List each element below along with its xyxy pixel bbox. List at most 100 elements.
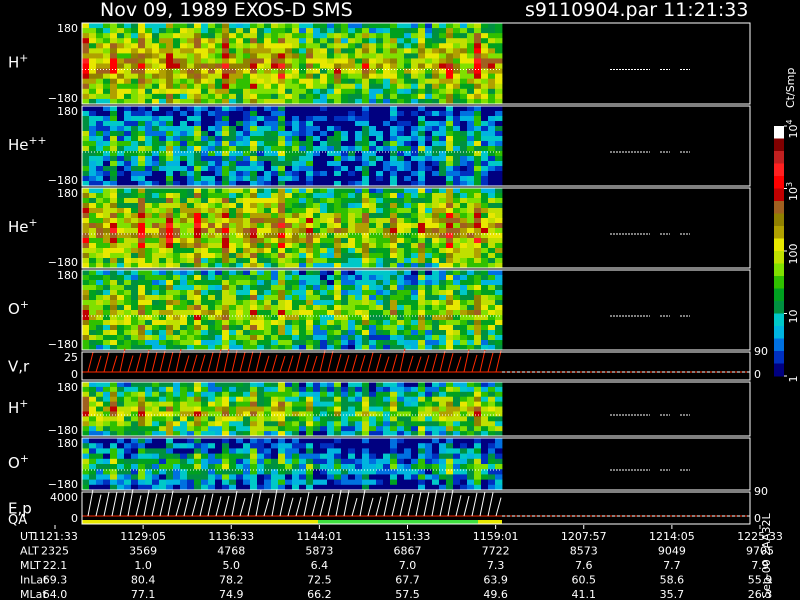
heatmap-cell [348, 411, 356, 417]
heatmap-cell [313, 198, 321, 204]
heatmap-cell [488, 416, 496, 422]
heatmap-cell [348, 382, 356, 388]
heatmap-cell [131, 458, 139, 465]
heatmap-cell [334, 156, 342, 162]
heatmap-cell [124, 285, 132, 291]
heatmap-cell [180, 396, 188, 403]
heatmap-cell [264, 448, 272, 454]
heatmap-cell [432, 43, 440, 49]
heatmap-cell [124, 280, 132, 286]
heatmap-cell [131, 253, 139, 259]
heatmap-cell [446, 141, 454, 147]
heatmap-cell [110, 151, 118, 157]
heatmap-cell [341, 161, 349, 167]
heatmap-cell [299, 88, 307, 95]
heatmap-cell [208, 386, 216, 393]
heatmap-cell [124, 386, 132, 393]
heatmap-cell [495, 88, 503, 95]
heatmap-cell [236, 208, 244, 214]
heatmap-cell [439, 270, 447, 276]
heatmap-cell [194, 315, 202, 321]
heatmap-cell [306, 248, 314, 254]
heatmap-cell [124, 141, 132, 147]
heatmap-cell [320, 218, 328, 224]
heatmap-cell [327, 340, 335, 346]
heatmap-cell [173, 58, 181, 64]
heatmap-cell [348, 426, 356, 432]
heatmap-cell [222, 386, 230, 393]
heatmap-cell [474, 83, 482, 90]
heatmap-cell [348, 386, 356, 393]
heatmap-cell [264, 111, 272, 117]
heatmap-cell [355, 290, 363, 296]
heatmap-cell [145, 305, 153, 311]
heatmap-cell [376, 58, 384, 64]
heatmap-cell [285, 253, 293, 259]
heatmap-cell [250, 335, 258, 341]
heatmap-cell [446, 330, 454, 336]
heatmap-cell [145, 218, 153, 224]
heatmap-cell [425, 126, 433, 132]
heatmap-cell [334, 426, 342, 432]
heatmap-cell [467, 208, 475, 214]
heatmap-cell [369, 285, 377, 291]
heatmap-cell [306, 391, 314, 398]
heatmap-cell [495, 141, 503, 147]
heatmap-cell [313, 416, 321, 422]
heatmap-cell [299, 479, 307, 486]
heatmap-cell [236, 448, 244, 454]
heatmap-cell [159, 116, 167, 122]
heatmap-cell [453, 93, 461, 100]
heatmap-cell [278, 38, 286, 44]
heatmap-cell [257, 116, 265, 122]
heatmap-cell [495, 146, 503, 152]
heatmap-cell [460, 396, 468, 403]
heatmap-cell [285, 448, 293, 454]
heatmap-cell [110, 305, 118, 311]
heatmap-cell [439, 253, 447, 259]
heatmap-cell [369, 121, 377, 127]
heatmap-cell [89, 33, 97, 39]
heatmap-cell [306, 193, 314, 199]
heatmap-cell [215, 88, 223, 95]
heatmap-cell [376, 33, 384, 39]
heatmap-cell [320, 203, 328, 209]
heatmap-cell [432, 258, 440, 264]
heatmap-cell [180, 126, 188, 132]
heatmap-cell [89, 136, 97, 142]
heatmap-cell [383, 23, 391, 29]
heatmap-cell [208, 78, 216, 85]
heatmap-cell [124, 453, 132, 460]
heatmap-cell [215, 131, 223, 137]
heatmap-cell [271, 295, 279, 301]
heatmap-cell [96, 238, 104, 244]
heatmap-cell [446, 233, 454, 239]
heatmap-cell [397, 28, 405, 34]
heatmap-cell [278, 78, 286, 85]
heatmap-cell [152, 340, 160, 346]
heatmap-cell [460, 156, 468, 162]
heatmap-cell [299, 58, 307, 64]
heatmap-cell [82, 203, 90, 209]
heatmap-cell [131, 340, 139, 346]
heatmap-cell [404, 300, 412, 306]
heatmap-cell [285, 53, 293, 59]
heatmap-cell [264, 28, 272, 34]
heatmap-cell [446, 416, 454, 422]
heatmap-cell [89, 391, 97, 398]
heatmap-cell [208, 198, 216, 204]
heatmap-cell [194, 146, 202, 152]
heatmap-cell [313, 88, 321, 95]
heatmap-cell [425, 275, 433, 281]
heatmap-cell [243, 335, 251, 341]
heatmap-cell [82, 330, 90, 336]
heatmap-cell [180, 43, 188, 49]
heatmap-cell [411, 295, 419, 301]
heatmap-cell [180, 310, 188, 316]
heatmap-cell [222, 53, 230, 59]
heatmap-cell [404, 295, 412, 301]
heatmap-cell [166, 131, 174, 137]
heatmap-cell [264, 406, 272, 412]
heatmap-cell [82, 53, 90, 59]
heatmap-cell [383, 208, 391, 214]
